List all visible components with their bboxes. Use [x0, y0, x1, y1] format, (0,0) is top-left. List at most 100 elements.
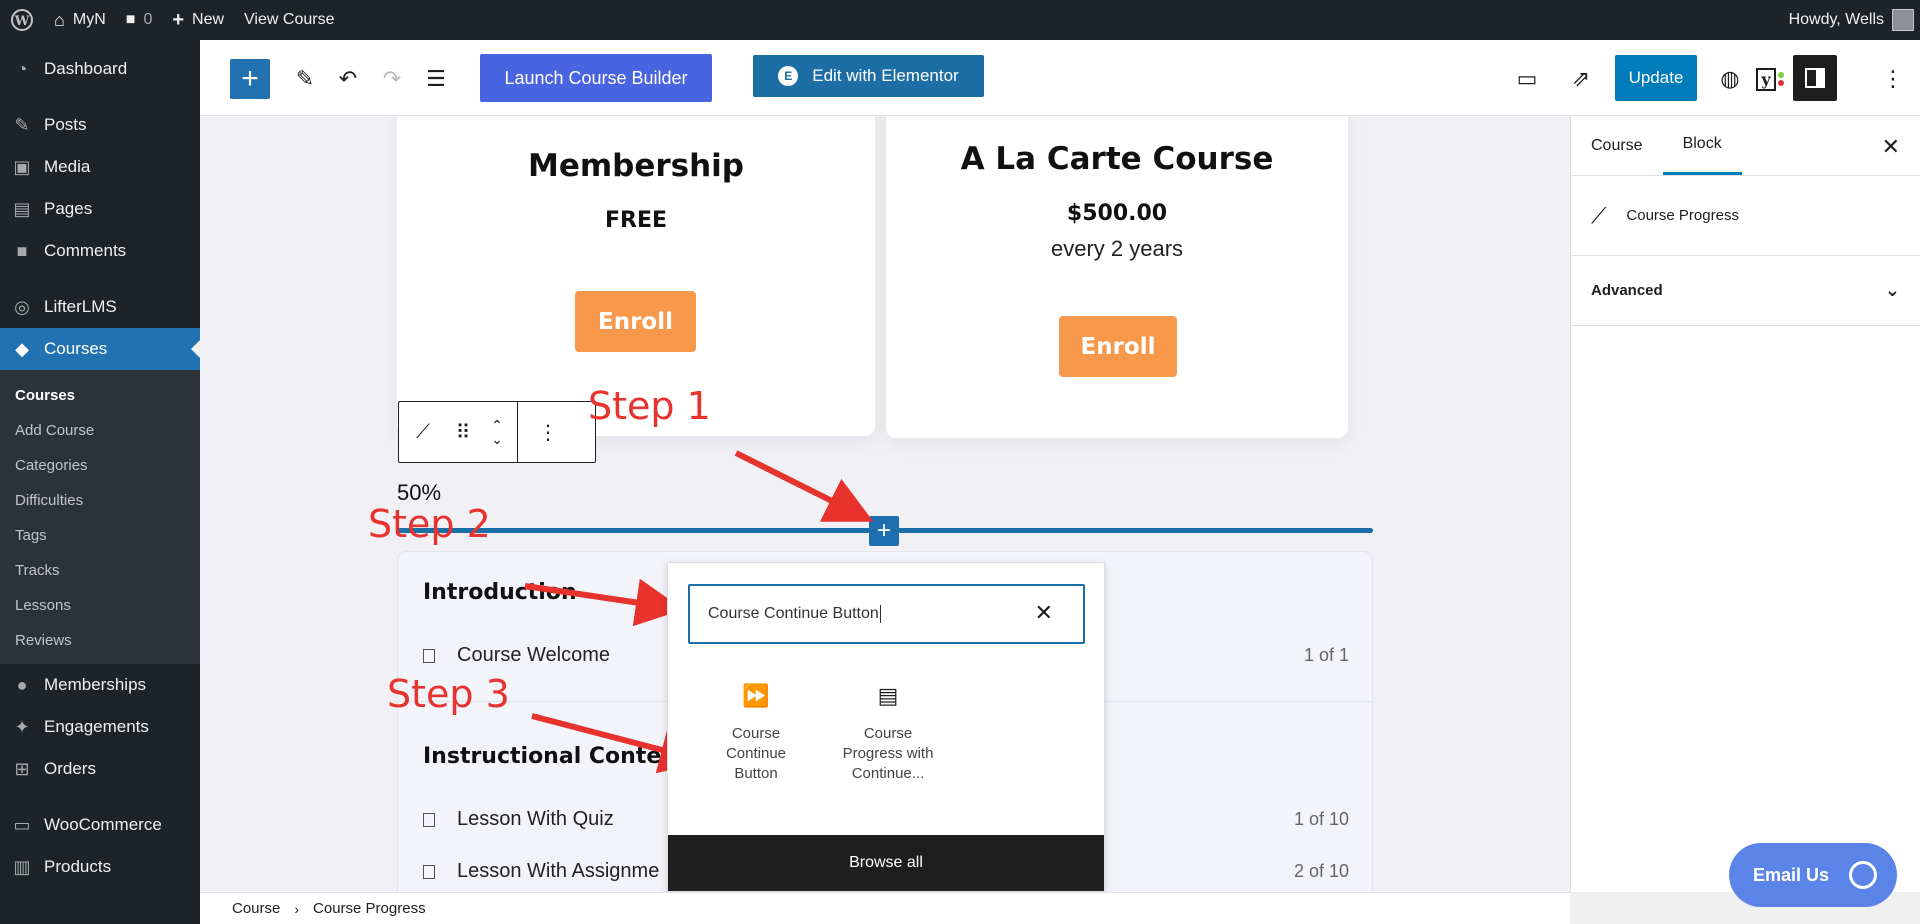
- sidebar-item-engagements[interactable]: ✦ Engagements: [0, 706, 200, 748]
- card-title: A La Carte Course: [960, 141, 1274, 177]
- site-name-link[interactable]: ⌂ MyN: [44, 0, 116, 40]
- sidebar-item-media[interactable]: ▣ Media: [0, 146, 200, 188]
- cart-icon: ⊞: [14, 758, 30, 779]
- submenu-item-tracks[interactable]: Tracks: [0, 553, 200, 588]
- step-3-label: Step 3: [387, 672, 510, 716]
- sidebar-item-label: Posts: [44, 115, 87, 134]
- sidebar-item-memberships[interactable]: ● Memberships: [0, 664, 200, 706]
- my-account-link[interactable]: Howdy, Wells: [1779, 0, 1920, 40]
- sidebar-item-lifterlms[interactable]: ◎ LifterLMS: [0, 286, 200, 328]
- elementor-label: Edit with Elementor: [812, 66, 959, 85]
- block-type-button[interactable]: ⟋: [399, 421, 447, 444]
- block-toolbar: ⟋ ⠿ ⌃ ⌄ ⋮: [398, 401, 596, 463]
- editor-canvas: Membership FREE Enroll A La Carte Course…: [200, 116, 1570, 892]
- undo-button[interactable]: ↶: [331, 62, 365, 96]
- launch-course-builder-button[interactable]: Launch Course Builder: [480, 54, 712, 102]
- redo-button[interactable]: ↷: [375, 62, 409, 96]
- move-block-buttons[interactable]: ⌃ ⌄: [477, 418, 517, 446]
- sidebar-item-dashboard[interactable]: ◔ Dashboard: [0, 48, 200, 90]
- submenu-item-reviews[interactable]: Reviews: [0, 623, 200, 658]
- preview-button[interactable]: ▭: [1510, 62, 1544, 96]
- submenu-item-difficulties[interactable]: Difficulties: [0, 483, 200, 518]
- sidebar-item-products[interactable]: ▥ Products: [0, 846, 200, 888]
- tab-course[interactable]: Course: [1571, 116, 1663, 175]
- seo-status-dots: [1777, 72, 1784, 86]
- group-icon: ●: [16, 674, 28, 695]
- close-icon[interactable]: ✕: [1035, 600, 1053, 626]
- breadcrumb-course[interactable]: Course: [232, 900, 280, 917]
- submenu-item-categories[interactable]: Categories: [0, 448, 200, 483]
- drag-handle[interactable]: ⠿: [447, 420, 477, 445]
- card-period: every 2 years: [1050, 236, 1184, 261]
- admin-bar: W ⌂ MyN ■ 0 + New View Course Howdy, Wel…: [0, 0, 1920, 40]
- edit-tool-button[interactable]: ✎: [288, 62, 322, 96]
- view-post-button[interactable]: ⇗: [1564, 62, 1598, 96]
- external-link-icon: ⇗: [1571, 66, 1591, 91]
- add-block-button[interactable]: +: [869, 516, 899, 546]
- pages-icon: ▤: [13, 198, 31, 219]
- edit-with-elementor-button[interactable]: E Edit with Elementor: [753, 55, 984, 97]
- comments-icon: ■: [16, 240, 28, 261]
- lesson-title: Course Welcome: [457, 644, 611, 666]
- submenu-item-tags[interactable]: Tags: [0, 518, 200, 553]
- trophy-icon: ✦: [14, 716, 30, 737]
- block-inserter-toggle[interactable]: +: [230, 59, 270, 99]
- translate-button[interactable]: ◍: [1713, 62, 1747, 96]
- yoast-icon: y: [1756, 67, 1776, 91]
- settings-sidebar: Course Block ✕ ⟋ Course Progress Advance…: [1570, 116, 1920, 892]
- arrow-step-1: [734, 450, 874, 522]
- sidebar-item-courses[interactable]: ◆ Courses: [0, 328, 200, 370]
- card-title: Membership: [527, 148, 745, 184]
- block-search-input[interactable]: Course Continue Button ✕: [688, 584, 1085, 644]
- yoast-seo-button[interactable]: y: [1753, 62, 1787, 96]
- site-name: MyN: [72, 11, 106, 28]
- chat-bubble-icon: [1849, 861, 1878, 889]
- options-menu-button[interactable]: ⋮: [1876, 62, 1910, 96]
- settings-sidebar-toggle[interactable]: [1793, 55, 1837, 101]
- sidebar-item-label: Engagements: [44, 717, 149, 736]
- view-course-link[interactable]: View Course: [234, 0, 344, 40]
- elementor-icon: E: [778, 66, 799, 86]
- advanced-panel-toggle[interactable]: Advanced ⌄: [1571, 256, 1920, 326]
- sidebar-item-label: Media: [44, 157, 91, 176]
- document-overview-button[interactable]: ☰: [419, 62, 453, 96]
- pencil-icon: ✎: [295, 66, 315, 91]
- sidebar-item-label: Pages: [44, 199, 93, 218]
- woocommerce-icon: ▭: [13, 814, 31, 835]
- submenu-item-add-course[interactable]: Add Course: [0, 413, 200, 448]
- plus-icon: +: [241, 62, 259, 95]
- chevron-down-icon: ⌄: [491, 431, 503, 447]
- sidebar-item-pages[interactable]: ▤ Pages: [0, 188, 200, 230]
- editor-toolbar: + ✎ ↶ ↷ ☰ Launch Course Builder E Edit w…: [200, 40, 1920, 116]
- sidebar-item-orders[interactable]: ⊞ Orders: [0, 748, 200, 790]
- submenu-item-lessons[interactable]: Lessons: [0, 588, 200, 623]
- close-icon[interactable]: ✕: [1882, 134, 1900, 160]
- sidebar-item-posts[interactable]: ✎ Posts: [0, 104, 200, 146]
- sidebar-item-woocommerce[interactable]: ▭ WooCommerce: [0, 804, 200, 846]
- browse-all-button[interactable]: Browse all: [668, 835, 1104, 891]
- sidebar-item-comments[interactable]: ■ Comments: [0, 230, 200, 272]
- enroll-button[interactable]: Enroll: [575, 291, 696, 352]
- new-content-link[interactable]: + New: [162, 0, 234, 40]
- block-options-button[interactable]: ⋮: [518, 420, 578, 445]
- sidebar-item-label: Orders: [44, 759, 96, 778]
- breadcrumb-course-progress[interactable]: Course Progress: [313, 900, 426, 917]
- sidebar-item-label: Dashboard: [44, 59, 128, 78]
- block-result-course-progress-continue[interactable]: ▤ Course Progress with Continue...: [833, 678, 943, 784]
- sidebar-item-label: LifterLMS: [44, 297, 117, 316]
- comments-link[interactable]: ■ 0: [116, 0, 163, 40]
- result-label: Course Continue Button: [725, 725, 787, 782]
- sidebar-item-label: Courses: [44, 339, 108, 358]
- tab-block[interactable]: Block: [1662, 116, 1742, 175]
- section-title: Introduction: [423, 580, 577, 605]
- wordpress-logo-icon[interactable]: W: [0, 0, 44, 40]
- block-result-course-continue-button[interactable]: ⏩ Course Continue Button: [701, 678, 811, 784]
- media-icon: ▣: [13, 156, 31, 177]
- email-us-button[interactable]: Email Us: [1729, 843, 1897, 907]
- text-caret: [879, 605, 881, 623]
- plus-icon: +: [172, 8, 185, 31]
- submenu-item-courses[interactable]: Courses: [0, 378, 200, 413]
- admin-sidebar: ◔ Dashboard ✎ Posts ▣ Media ▤ Pages ■ Comment…: [0, 40, 200, 924]
- enroll-button[interactable]: Enroll: [1059, 316, 1177, 377]
- update-button[interactable]: Update: [1615, 55, 1697, 101]
